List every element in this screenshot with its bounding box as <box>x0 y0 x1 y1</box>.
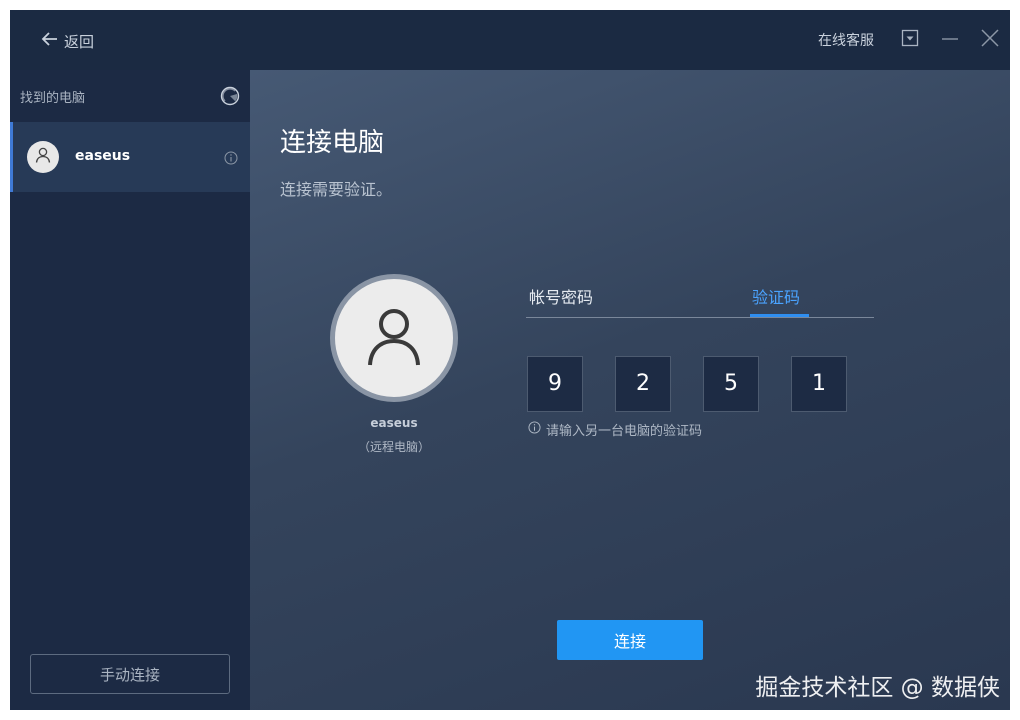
manual-connect-button[interactable]: 手动连接 <box>30 654 230 694</box>
device-list-item[interactable]: easeus <box>10 122 250 192</box>
page-title: 连接电脑 <box>280 128 385 158</box>
main-panel: 连接电脑 连接需要验证。 easeus （远程电脑） 帐号密码 验证码 9 2 … <box>250 70 1010 710</box>
found-computers-label: 找到的电脑 <box>20 90 86 106</box>
remote-computer-type: （远程电脑） <box>357 440 430 454</box>
avatar <box>27 141 59 173</box>
code-digit-input[interactable]: 1 <box>791 356 847 412</box>
hint-text: 请输入另一台电脑的验证码 <box>546 424 703 439</box>
code-digit-input[interactable]: 2 <box>615 356 671 412</box>
auth-tabs: 帐号密码 验证码 <box>526 270 874 318</box>
title-bar: 返回 在线客服 <box>10 10 1010 70</box>
user-icon <box>34 146 52 168</box>
info-icon <box>528 421 541 438</box>
dropdown-menu-button[interactable] <box>890 20 930 60</box>
app-window: 返回 在线客服 找到的电脑 easeus 手动连接 连接电脑 连接需要验证。 e… <box>10 10 1010 710</box>
sidebar-header: 找到的电脑 <box>10 70 250 122</box>
connect-button[interactable]: 连接 <box>557 620 703 660</box>
close-icon <box>980 28 1000 52</box>
watermark: 掘金技术社区 @ 数据侠 <box>755 675 1000 701</box>
device-name: easeus <box>75 148 131 164</box>
active-tab-indicator <box>750 314 809 317</box>
dropdown-icon <box>900 28 920 52</box>
online-support-link[interactable]: 在线客服 <box>818 30 874 50</box>
tab-verification-code[interactable]: 验证码 <box>752 284 800 308</box>
minimize-button[interactable] <box>930 20 970 60</box>
code-digit-input[interactable]: 9 <box>527 356 583 412</box>
remote-avatar <box>330 274 458 402</box>
info-icon[interactable] <box>224 150 238 165</box>
tab-account-password[interactable]: 帐号密码 <box>529 284 593 308</box>
code-digit-input[interactable]: 5 <box>703 356 759 412</box>
user-icon <box>364 305 424 371</box>
code-hint: 请输入另一台电脑的验证码 <box>528 420 702 439</box>
close-button[interactable] <box>970 20 1010 60</box>
sidebar: 找到的电脑 easeus 手动连接 <box>10 70 250 710</box>
arrow-left-icon <box>40 29 60 53</box>
window-controls: 在线客服 <box>818 10 1010 70</box>
refresh-icon[interactable] <box>220 86 240 106</box>
page-subtitle: 连接需要验证。 <box>280 180 393 199</box>
remote-computer-name: easeus <box>370 416 418 430</box>
minimize-icon <box>940 28 960 52</box>
back-button[interactable]: 返回 <box>40 30 94 52</box>
back-label: 返回 <box>64 32 95 51</box>
